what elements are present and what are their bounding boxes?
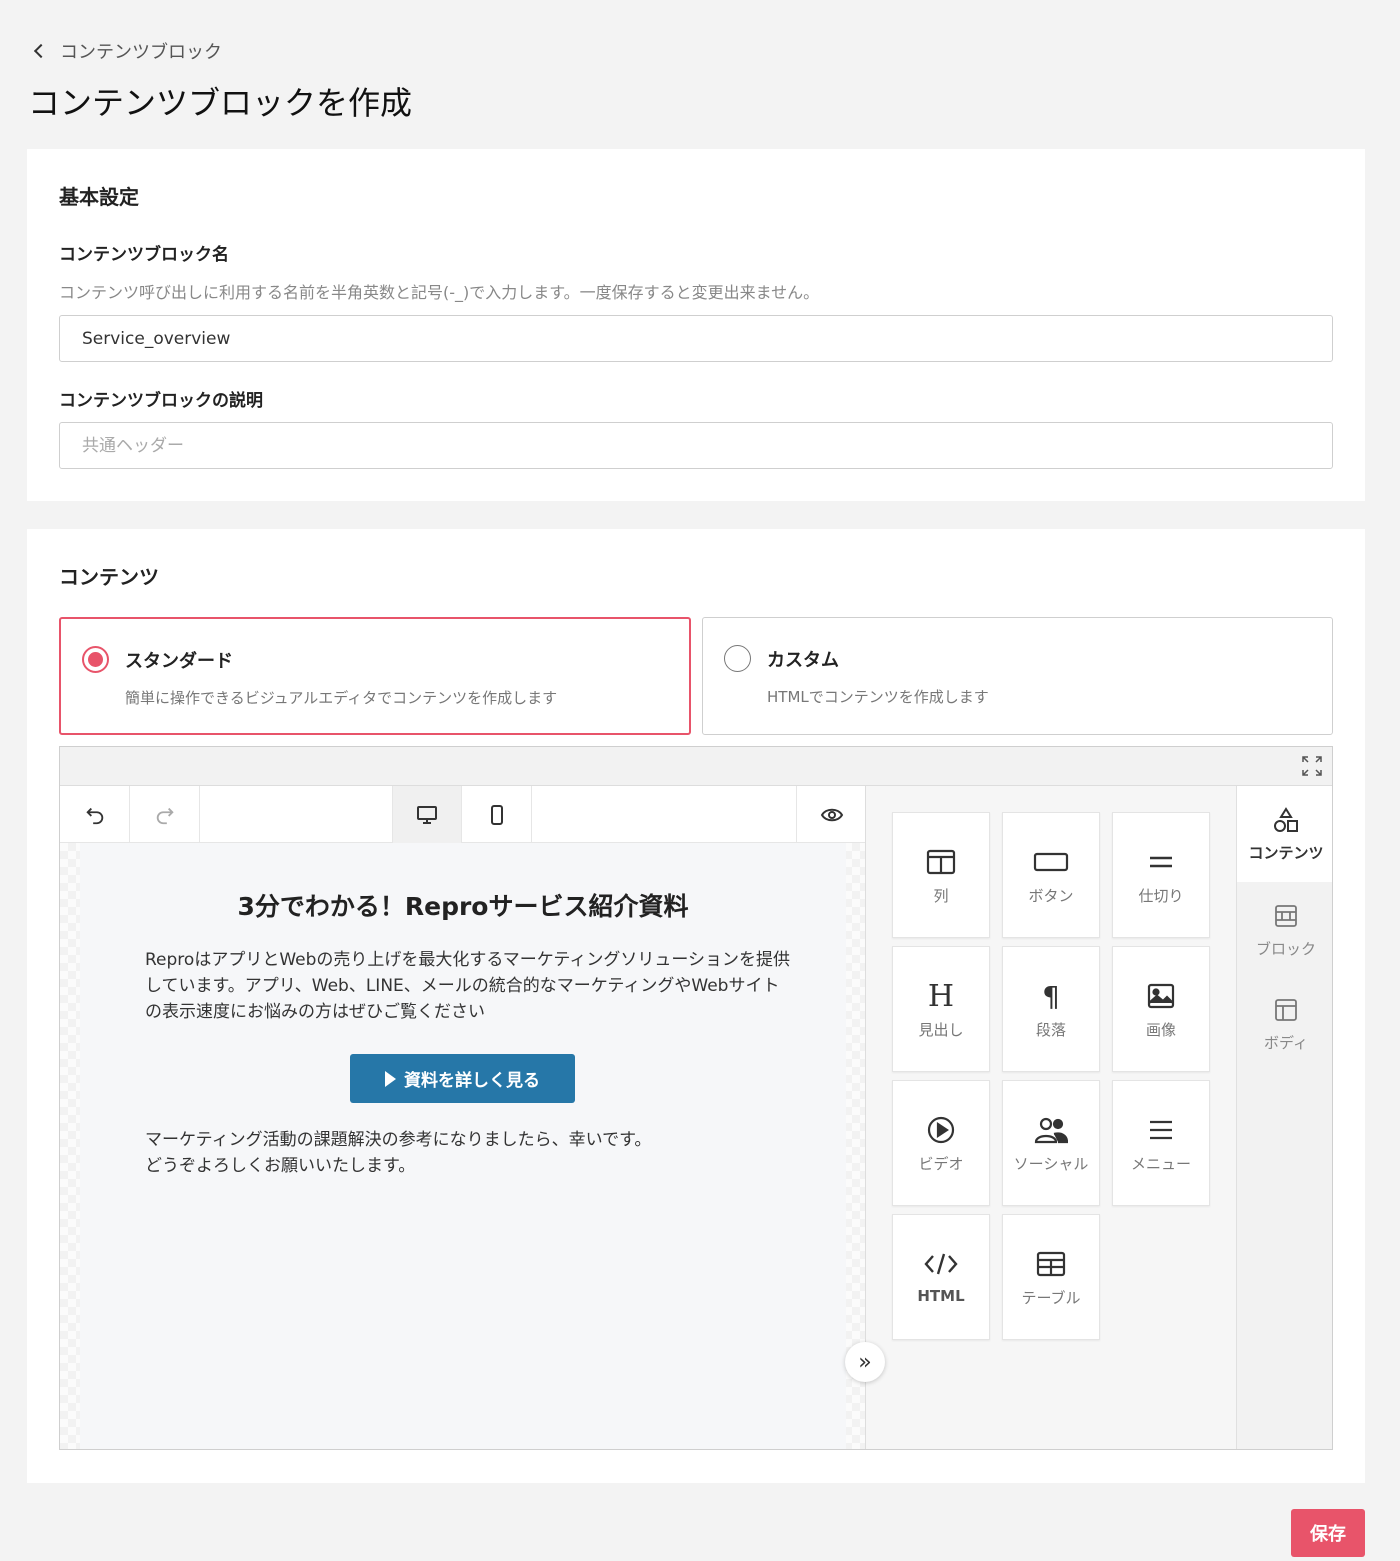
- play-icon: [385, 1070, 396, 1087]
- tool-label: 列: [933, 887, 949, 905]
- tool-label: メニュー: [1130, 1155, 1191, 1173]
- image-icon: [1147, 981, 1175, 1011]
- option-standard[interactable]: スタンダード 簡単に操作できるビジュアルエディタでコンテンツを作成します: [59, 617, 691, 735]
- editor-toolbar: [60, 786, 865, 843]
- breadcrumb-label: コンテンツブロック: [60, 42, 222, 63]
- tool-table[interactable]: テーブル: [1002, 1214, 1100, 1340]
- tool-label: HTML: [917, 1287, 965, 1305]
- radio-standard[interactable]: [82, 646, 109, 673]
- tool-label: ソーシャル: [1013, 1155, 1089, 1173]
- undo-button[interactable]: [60, 786, 130, 843]
- desktop-icon: [417, 805, 437, 824]
- contents-card: コンテンツ スタンダード 簡単に操作できるビジュアルエディタでコンテンツを作成し…: [27, 529, 1365, 1483]
- tool-label: 仕切り: [1138, 887, 1184, 905]
- editor-side-tabs: コンテンツ ブロック ボディ: [1236, 786, 1332, 1449]
- tool-label: 画像: [1145, 1021, 1176, 1039]
- shapes-icon: [1273, 806, 1299, 834]
- side-tab-label: コンテンツ: [1248, 844, 1324, 862]
- visual-editor: 3分でわかる！Reproサービス紹介資料 ReproはアプリとWebの売り上げを…: [59, 746, 1333, 1450]
- side-tab-label: ブロック: [1255, 940, 1316, 958]
- double-chevron-right-icon: »: [858, 1349, 872, 1375]
- block-description-input[interactable]: [59, 422, 1333, 469]
- fullscreen-icon[interactable]: [1300, 754, 1324, 778]
- tool-menu[interactable]: メニュー: [1112, 1080, 1210, 1206]
- tool-social[interactable]: ソーシャル: [1002, 1080, 1100, 1206]
- section-title-basic: 基本設定: [59, 185, 139, 209]
- tool-label: ビデオ: [918, 1155, 964, 1173]
- tool-columns[interactable]: 列: [892, 812, 990, 938]
- side-tab-contents[interactable]: コンテンツ: [1237, 786, 1332, 882]
- tool-button[interactable]: ボタン: [1002, 812, 1100, 938]
- social-icon: [1034, 1115, 1068, 1145]
- description-label: コンテンツブロックの説明: [59, 391, 263, 411]
- back-link[interactable]: コンテンツブロック: [33, 38, 222, 64]
- preview-button[interactable]: [796, 786, 866, 843]
- page-title: コンテンツブロックを作成: [28, 84, 413, 122]
- block-name-input[interactable]: [59, 315, 1333, 362]
- option-standard-title: スタンダード: [125, 651, 233, 672]
- tool-heading[interactable]: H 見出し: [892, 946, 990, 1072]
- mobile-view-button[interactable]: [462, 786, 532, 843]
- layout-icon: [1274, 996, 1298, 1024]
- divider-icon: [1148, 847, 1174, 877]
- heading-icon: H: [927, 978, 955, 1014]
- menu-icon: [1148, 1115, 1174, 1145]
- tool-divider[interactable]: 仕切り: [1112, 812, 1210, 938]
- mobile-icon: [490, 804, 503, 825]
- preview-footer[interactable]: マーケティング活動の課題解決の参考になりましたら、幸いです。 どうぞよろしくお願…: [145, 1127, 795, 1179]
- preview-footer-line1: マーケティング活動の課題解決の参考になりましたら、幸いです。: [145, 1130, 652, 1150]
- desktop-view-button[interactable]: [392, 786, 462, 843]
- tool-html[interactable]: HTML: [892, 1214, 990, 1340]
- redo-button[interactable]: [130, 786, 200, 843]
- radio-custom[interactable]: [724, 645, 751, 672]
- email-preview[interactable]: 3分でわかる！Reproサービス紹介資料 ReproはアプリとWebの売り上げを…: [80, 843, 846, 1449]
- undo-icon: [85, 807, 103, 824]
- tool-image[interactable]: 画像: [1112, 946, 1210, 1072]
- eye-icon: [820, 808, 843, 821]
- preview-cta-label: 資料を詳しく見る: [404, 1071, 540, 1091]
- blocks-icon: [1274, 902, 1298, 930]
- save-button[interactable]: 保存: [1291, 1509, 1365, 1557]
- option-custom-desc: HTMLでコンテンツを作成します: [767, 688, 989, 706]
- side-tab-blocks[interactable]: ブロック: [1237, 882, 1332, 978]
- preview-cta-button[interactable]: 資料を詳しく見る: [350, 1054, 575, 1103]
- option-standard-desc: 簡単に操作できるビジュアルエディタでコンテンツを作成します: [125, 689, 558, 707]
- table-icon: [1036, 1249, 1066, 1279]
- section-title-contents: コンテンツ: [59, 565, 159, 589]
- option-custom[interactable]: カスタム HTMLでコンテンツを作成します: [702, 617, 1333, 735]
- video-icon: [927, 1115, 955, 1145]
- html-icon: [923, 1249, 959, 1279]
- collapse-panel-button[interactable]: »: [845, 1342, 885, 1382]
- tool-label: 見出し: [918, 1021, 964, 1039]
- side-tab-label: ボディ: [1264, 1034, 1308, 1052]
- name-help-text: コンテンツ呼び出しに利用する名前を半角英数と記号(-_)で入力します。一度保存す…: [59, 283, 820, 302]
- chevron-left-icon: [33, 43, 49, 59]
- button-icon: [1033, 847, 1069, 877]
- tool-label: 段落: [1035, 1021, 1066, 1039]
- tool-label: ボタン: [1028, 887, 1074, 905]
- tool-paragraph[interactable]: ¶ 段落: [1002, 946, 1100, 1072]
- editor-top-bar: [60, 747, 1332, 786]
- preview-title[interactable]: 3分でわかる！Reproサービス紹介資料: [80, 887, 846, 923]
- side-tab-body[interactable]: ボディ: [1237, 976, 1332, 1072]
- basic-settings-card: 基本設定 コンテンツブロック名 コンテンツ呼び出しに利用する名前を半角英数と記号…: [27, 149, 1365, 501]
- editor-canvas[interactable]: 3分でわかる！Reproサービス紹介資料 ReproはアプリとWebの売り上げを…: [60, 843, 865, 1449]
- tool-label: テーブル: [1021, 1289, 1081, 1307]
- preview-footer-line2: どうぞよろしくお願いいたします。: [145, 1156, 416, 1176]
- content-tools-panel: 列 ボタン 仕切り H 見出し ¶ 段落 画像 ビデオ ソーシャル メニュー H…: [866, 786, 1236, 1449]
- columns-icon: [926, 847, 956, 877]
- canvas-area: 3分でわかる！Reproサービス紹介資料 ReproはアプリとWebの売り上げを…: [60, 786, 866, 1449]
- paragraph-icon: ¶: [1042, 979, 1060, 1013]
- tool-video[interactable]: ビデオ: [892, 1080, 990, 1206]
- option-custom-title: カスタム: [767, 650, 839, 671]
- preview-body[interactable]: ReproはアプリとWebの売り上げを最大化するマーケティングソリューションを提…: [145, 947, 795, 1025]
- redo-icon: [156, 807, 174, 824]
- name-label: コンテンツブロック名: [59, 245, 229, 265]
